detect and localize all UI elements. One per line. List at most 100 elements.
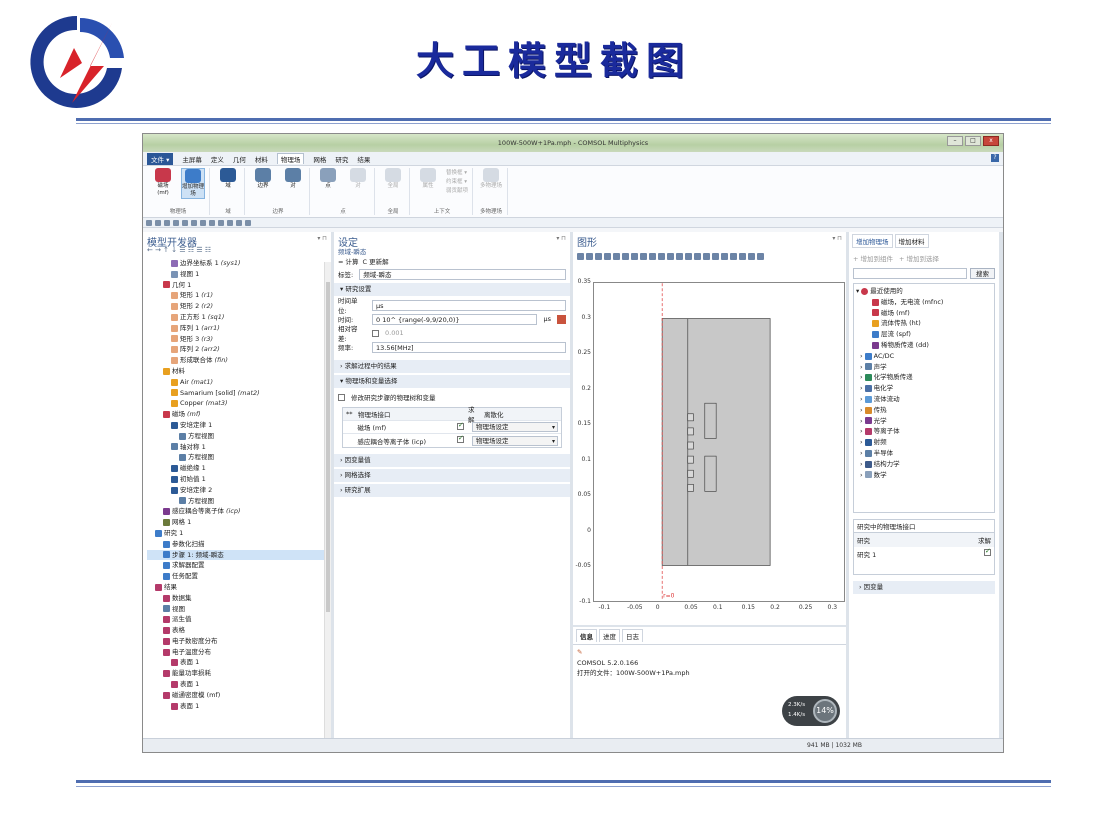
tolerance-checkbox[interactable] <box>372 329 379 337</box>
help-button[interactable]: ? <box>991 154 999 162</box>
study-row[interactable]: 研究 1 <box>854 547 994 561</box>
tree-node[interactable]: 电子数密度分布 <box>147 636 331 647</box>
maximize-button[interactable]: □ <box>965 136 981 146</box>
physics-category[interactable]: › AC/DC <box>856 351 992 362</box>
physics-item[interactable]: 磁场 (mf) <box>856 308 992 319</box>
window-icon[interactable] <box>236 219 242 226</box>
tree-node[interactable]: 初始值 1 <box>147 474 331 485</box>
recent-node[interactable]: ▾ 最近使用的 <box>856 286 992 297</box>
tab-log[interactable]: 日志 <box>622 629 643 642</box>
wireframe-icon[interactable] <box>721 252 728 260</box>
discretization-select[interactable]: 物理场设定 <box>472 435 558 446</box>
physics-category[interactable]: › 光学 <box>856 416 992 427</box>
tree-node[interactable]: 方程视图 <box>147 496 331 507</box>
physics-category[interactable]: › 等离子体 <box>856 426 992 437</box>
tab-add-material[interactable]: 增加材料 <box>894 234 929 248</box>
select-point-icon[interactable] <box>649 252 656 260</box>
pin-icon[interactable]: ▾ ⊓ <box>317 235 327 242</box>
grid-icon[interactable] <box>694 252 701 260</box>
zoom-extents-icon[interactable] <box>604 252 611 260</box>
results-while-solving-section[interactable]: › 求解过程中的结果 <box>334 360 570 373</box>
physics-category[interactable]: › 结构力学 <box>856 459 992 470</box>
ribbon-button[interactable]: 多物理场 <box>479 168 503 190</box>
tree-node[interactable]: 表面 1 <box>147 657 331 668</box>
delete-icon[interactable] <box>227 219 233 226</box>
tree-node[interactable]: 电子温度分布 <box>147 647 331 658</box>
physics-search-input[interactable] <box>853 268 967 279</box>
close-button[interactable]: x <box>983 136 999 146</box>
modify-checkbox[interactable] <box>338 393 345 401</box>
mesh-render-icon[interactable] <box>685 252 692 260</box>
tree-node[interactable]: 参数化扫描 <box>147 539 331 550</box>
tab-progress[interactable]: 进度 <box>599 629 620 642</box>
geometry-plot[interactable]: r=0 <box>593 282 845 602</box>
time-unit-select[interactable]: μs <box>372 299 566 311</box>
tree-node[interactable]: 网格 1 <box>147 517 331 528</box>
zoom-box-icon[interactable] <box>595 252 602 260</box>
pin-icon[interactable]: ▾ ⊓ <box>556 235 566 242</box>
tree-node[interactable]: 派生值 <box>147 614 331 625</box>
menu-materials[interactable]: 材料 <box>255 154 268 164</box>
tab-add-physics[interactable]: 增加物理场 <box>852 234 893 248</box>
tree-node[interactable]: 表格 <box>147 625 331 636</box>
ribbon-button[interactable]: 边界 <box>251 168 275 190</box>
tree-node[interactable]: 矩形 1 (r1) <box>147 290 331 301</box>
minimize-button[interactable]: – <box>947 136 963 146</box>
tree-node[interactable]: 边界坐标系 1 (sys1) <box>147 258 331 269</box>
tree-node[interactable]: 矩形 2 (r2) <box>147 301 331 312</box>
physics-category[interactable]: › 声学 <box>856 362 992 373</box>
table-row[interactable]: 感应耦合等离子体 (icp) 物理场设定 <box>343 434 561 447</box>
physics-item[interactable]: 流体传热 (ht) <box>856 318 992 329</box>
select-domain-icon[interactable] <box>631 252 638 260</box>
tree-node[interactable]: 结果 <box>147 582 331 593</box>
table-row[interactable]: 磁场 (mf) 物理场设定 <box>343 421 561 434</box>
clear-icon[interactable] <box>667 252 674 260</box>
physics-item[interactable]: 磁场，无电流 (mfnc) <box>856 297 992 308</box>
compute-button[interactable]: = 计算 <box>338 256 359 267</box>
tree-toolbar[interactable]: ← → ↑ ↓ ☰ ☷ ☰ ☷ <box>143 246 331 258</box>
physics-category[interactable]: › 流体流动 <box>856 394 992 405</box>
frequency-field[interactable]: 13.56[MHz] <box>372 341 566 353</box>
ribbon-small-button[interactable]: 替换框 ▾ <box>446 168 468 176</box>
dependent-values-section[interactable]: › 因变量值 <box>334 454 570 467</box>
search-button[interactable]: 搜索 <box>970 268 995 279</box>
tree-node[interactable]: 正方形 1 (sq1) <box>147 312 331 323</box>
tree-node[interactable]: Samarium [solid] (mat2) <box>147 388 331 399</box>
transparency-icon[interactable] <box>730 252 737 260</box>
physics-category[interactable]: › 电化学 <box>856 383 992 394</box>
tree-node[interactable]: Copper (mat3) <box>147 398 331 409</box>
tree-scrollbar[interactable] <box>324 262 331 738</box>
zoom-in-icon[interactable] <box>577 252 584 260</box>
physics-category[interactable]: › 半导体 <box>856 448 992 459</box>
ribbon-small-button[interactable]: 弱贡献项 <box>446 186 468 194</box>
physics-category[interactable]: › 射频 <box>856 437 992 448</box>
tree-node[interactable]: 研究 1 <box>147 528 331 539</box>
tree-node[interactable]: 阵列 1 (arr1) <box>147 323 331 334</box>
tree-node[interactable]: 求解器配置 <box>147 560 331 571</box>
tree-node[interactable]: 磁绝缘 1 <box>147 463 331 474</box>
tree-node[interactable]: 形成联合体 (fin) <box>147 355 331 366</box>
ribbon-button[interactable]: 磁场 (mf) <box>151 168 175 197</box>
scene-light-icon[interactable] <box>712 252 719 260</box>
tree-node[interactable]: Air (mat1) <box>147 377 331 388</box>
ribbon-button[interactable]: 属性 <box>416 168 440 190</box>
ribbon-button[interactable]: 全局 <box>381 168 405 190</box>
camera-icon[interactable] <box>748 252 755 260</box>
tree-node[interactable]: 磁场 (mf) <box>147 409 331 420</box>
study-solve-checkbox[interactable] <box>984 547 991 556</box>
menu-physics[interactable]: 物理场 <box>276 153 305 164</box>
add-to-selection-button[interactable]: + 增加到选择 <box>899 253 939 263</box>
redo-icon[interactable] <box>191 219 197 226</box>
select-boundary-icon[interactable] <box>640 252 647 260</box>
clear-messages-icon[interactable]: ✎ <box>573 645 846 659</box>
run-icon[interactable] <box>173 219 179 226</box>
render-icon[interactable] <box>676 252 683 260</box>
tree-node[interactable]: 几何 1 <box>147 280 331 291</box>
range-icon[interactable] <box>557 314 566 324</box>
open-icon[interactable] <box>155 219 161 226</box>
menu-study[interactable]: 研究 <box>335 154 348 164</box>
save-icon[interactable] <box>164 219 170 226</box>
network-monitor-widget[interactable]: 2.3K/s 1.4K/s 14% <box>782 696 840 726</box>
ribbon-button[interactable]: 对 <box>281 168 305 190</box>
tree-node[interactable]: 磁通密度模 (mf) <box>147 690 331 701</box>
